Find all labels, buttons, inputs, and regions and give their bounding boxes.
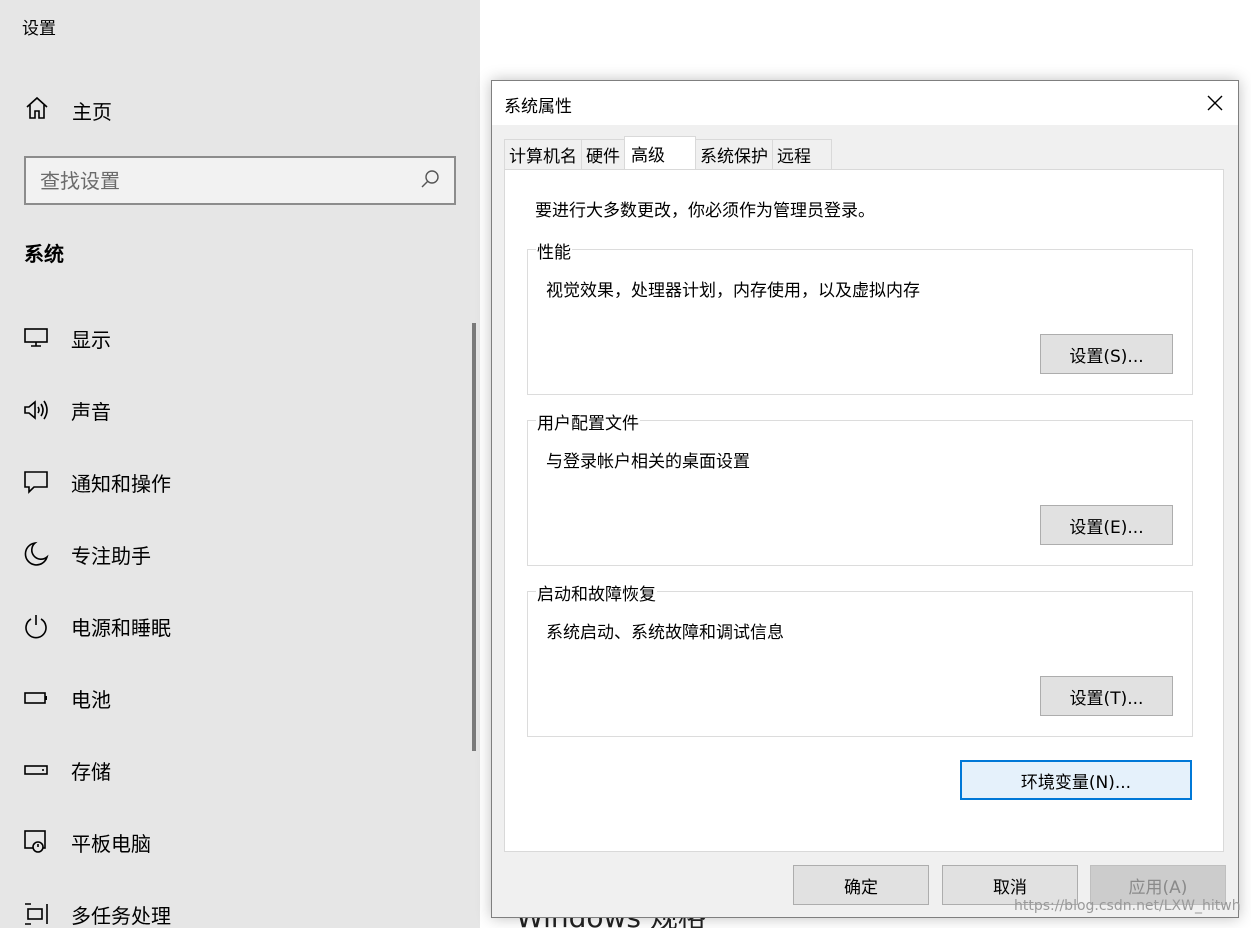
watermark: https://blog.csdn.net/LXW_hitwh <box>1014 898 1241 914</box>
group-description: 与登录帐户相关的桌面设置 <box>546 452 750 472</box>
sidebar-item-label: 电源和睡眠 <box>71 615 171 640</box>
search-icon[interactable] <box>420 169 440 193</box>
dialog-title: 系统属性 <box>504 97 572 117</box>
sidebar-item-label: 多任务处理 <box>71 903 171 928</box>
dialog-titlebar[interactable]: 系统属性 <box>492 81 1238 125</box>
group-description: 系统启动、系统故障和调试信息 <box>546 623 784 643</box>
storage-icon <box>22 756 50 784</box>
sidebar-item-sound[interactable]: 声音 <box>22 393 111 427</box>
group-description: 视觉效果，处理器计划，内存使用，以及虚拟内存 <box>546 281 920 301</box>
message-icon <box>22 468 50 496</box>
sidebar-item-label: 通知和操作 <box>71 471 171 496</box>
power-icon <box>22 612 50 640</box>
home-icon <box>24 95 50 125</box>
sidebar-item-label: 存储 <box>71 759 111 784</box>
sidebar-item-notifications[interactable]: 通知和操作 <box>22 465 171 499</box>
settings-search-box[interactable] <box>24 156 456 205</box>
tab-advanced[interactable]: 高级 <box>624 136 696 169</box>
sidebar-item-display[interactable]: 显示 <box>22 321 111 355</box>
sidebar-item-label: 专注助手 <box>71 543 151 568</box>
settings-sidebar: 设置 主页 系统 显示 声音 通知和操作 <box>0 0 480 928</box>
group-legend: 启动和故障恢复 <box>536 580 657 605</box>
sidebar-item-power-sleep[interactable]: 电源和睡眠 <box>22 609 171 643</box>
user-profiles-group: 用户配置文件 与登录帐户相关的桌面设置 设置(E)... <box>527 409 1193 566</box>
close-button[interactable] <box>1192 81 1238 125</box>
monitor-icon <box>22 324 50 352</box>
ok-button[interactable]: 确定 <box>793 865 929 905</box>
home-label: 主页 <box>72 99 112 124</box>
tab-system-protection[interactable]: 系统保护 <box>695 139 773 169</box>
sidebar-item-battery[interactable]: 电池 <box>22 681 111 715</box>
search-input[interactable] <box>40 168 420 193</box>
sidebar-item-label: 显示 <box>71 327 111 352</box>
sidebar-item-storage[interactable]: 存储 <box>22 753 111 787</box>
dialog-tabs: 计算机名 硬件 高级 系统保护 远程 <box>504 136 832 169</box>
app-title: 设置 <box>22 19 56 39</box>
sidebar-item-focus-assist[interactable]: 专注助手 <box>22 537 151 571</box>
group-legend: 用户配置文件 <box>536 409 640 434</box>
sidebar-item-label: 电池 <box>71 687 111 712</box>
moon-icon <box>22 540 50 568</box>
sidebar-scrollbar[interactable] <box>472 323 476 751</box>
sidebar-item-label: 声音 <box>71 399 111 424</box>
advanced-tab-panel: 要进行大多数更改，你必须作为管理员登录。 性能 视觉效果，处理器计划，内存使用，… <box>504 169 1224 852</box>
sidebar-item-label: 平板电脑 <box>71 831 151 856</box>
home-nav-item[interactable]: 主页 <box>24 94 112 126</box>
performance-group: 性能 视觉效果，处理器计划，内存使用，以及虚拟内存 设置(S)... <box>527 238 1193 395</box>
tab-remote[interactable]: 远程 <box>772 139 832 169</box>
performance-settings-button[interactable]: 设置(S)... <box>1040 334 1173 374</box>
admin-note: 要进行大多数更改，你必须作为管理员登录。 <box>535 201 875 221</box>
speaker-icon <box>22 396 50 424</box>
tab-hardware[interactable]: 硬件 <box>581 139 625 169</box>
user-profiles-settings-button[interactable]: 设置(E)... <box>1040 505 1173 545</box>
section-title: 系统 <box>24 242 64 266</box>
group-legend: 性能 <box>536 238 572 263</box>
environment-variables-button[interactable]: 环境变量(N)... <box>960 760 1192 800</box>
sidebar-item-tablet[interactable]: 平板电脑 <box>22 825 151 859</box>
tab-computer-name[interactable]: 计算机名 <box>504 139 582 169</box>
startup-recovery-group: 启动和故障恢复 系统启动、系统故障和调试信息 设置(T)... <box>527 580 1193 737</box>
sidebar-item-multitasking[interactable]: 多任务处理 <box>22 897 171 928</box>
startup-recovery-settings-button[interactable]: 设置(T)... <box>1040 676 1173 716</box>
close-icon <box>1207 95 1223 111</box>
battery-icon <box>22 684 50 712</box>
multitask-icon <box>22 900 50 928</box>
system-properties-dialog: 系统属性 计算机名 硬件 高级 系统保护 远程 要进行大多数更改，你必须作为管理… <box>491 80 1239 918</box>
tablet-icon <box>22 828 50 856</box>
